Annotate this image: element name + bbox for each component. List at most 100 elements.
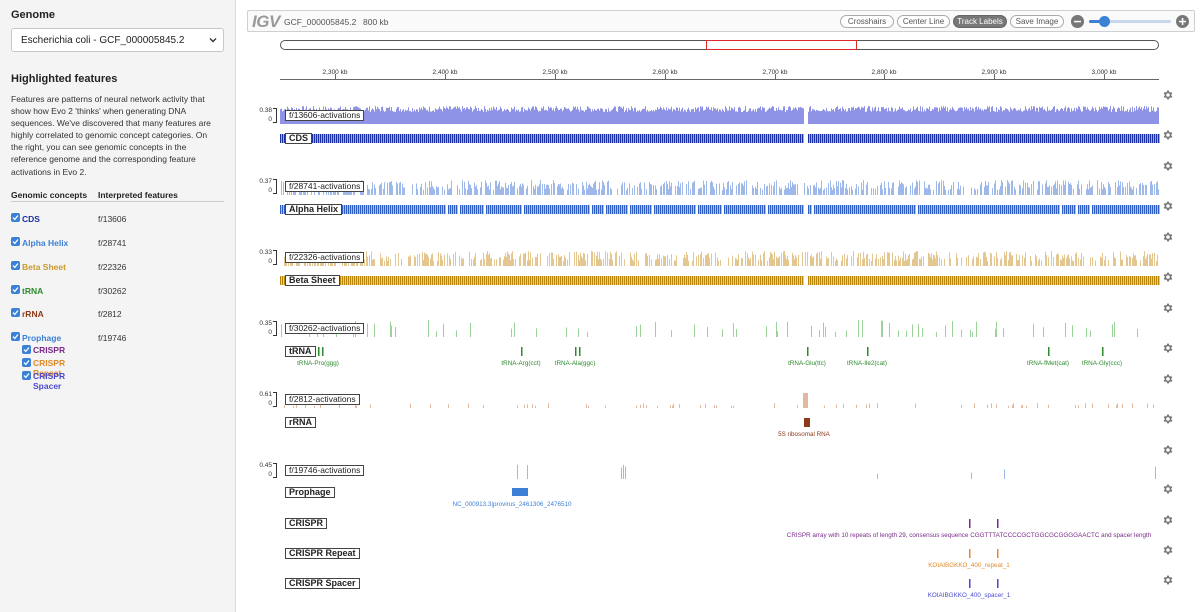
activation-track-label[interactable]: f/22326-activations xyxy=(285,252,365,263)
concept-checkbox[interactable] xyxy=(11,285,20,294)
concept-checkbox[interactable] xyxy=(11,237,20,246)
button-track-labels[interactable]: Track Labels xyxy=(953,15,1007,28)
col-header-concepts: Genomic concepts xyxy=(11,190,88,200)
button-save-image[interactable]: Save Image xyxy=(1010,15,1064,28)
annotation-track-label[interactable]: tRNA xyxy=(285,346,316,357)
sub-concept-checkbox[interactable] xyxy=(22,371,31,380)
activation-plot[interactable] xyxy=(280,318,1160,338)
annotation-track-label[interactable]: CRISPR xyxy=(285,518,328,529)
concept-row[interactable]: tRNA f/30262 xyxy=(11,285,226,299)
annotation-track[interactable] xyxy=(280,485,1160,499)
sub-concept-label[interactable]: CRISPR xyxy=(33,345,65,355)
annotation-track[interactable] xyxy=(280,415,1160,429)
concept-checkbox[interactable] xyxy=(11,213,20,222)
genome-heading: Genome xyxy=(11,9,56,21)
annotation-track-label[interactable]: rRNA xyxy=(285,417,317,428)
annotation-track-label[interactable]: CRISPR Spacer xyxy=(285,578,360,589)
annotation-track-label[interactable]: CDS xyxy=(285,133,313,144)
annotation-track-label[interactable]: Alpha Helix xyxy=(285,204,343,215)
scale-bracket xyxy=(273,108,277,123)
annotation-track[interactable] xyxy=(280,516,1160,530)
activation-track-label[interactable]: f/28741-activations xyxy=(285,181,365,192)
gear-icon[interactable] xyxy=(1162,341,1174,353)
concept-label[interactable]: Beta Sheet xyxy=(22,262,66,272)
concept-label[interactable]: Alpha Helix xyxy=(22,238,68,248)
scale-min: 0 xyxy=(268,471,272,478)
gear-icon[interactable] xyxy=(1162,443,1174,455)
genome-select-value: Escherichia coli - GCF_000005845.2 xyxy=(21,35,185,46)
gear-icon[interactable] xyxy=(1162,573,1174,585)
concept-label[interactable]: Prophage xyxy=(22,333,61,343)
genome-select[interactable]: Escherichia coli - GCF_000005845.2 xyxy=(11,28,224,52)
gear-icon[interactable] xyxy=(1162,543,1174,555)
app: Genome Escherichia coli - GCF_000005845.… xyxy=(0,0,1200,612)
button-crosshairs[interactable]: Crosshairs xyxy=(840,15,894,28)
gear-icon[interactable] xyxy=(1162,88,1174,100)
feature-label: KOIAIBGKKO_400_repeat_1 xyxy=(928,562,1010,569)
gear-icon[interactable] xyxy=(1162,301,1174,313)
annotation-track[interactable] xyxy=(280,344,1160,358)
gear-icon[interactable] xyxy=(1162,230,1174,242)
scale-max: 0.38 xyxy=(259,107,272,114)
zoom-in-icon[interactable] xyxy=(1176,15,1189,28)
feature-label: tRNA-Arg(cct) xyxy=(501,360,541,367)
activation-plot[interactable] xyxy=(280,460,1160,480)
scale-max: 0.45 xyxy=(259,462,272,469)
feature-id: f/2812 xyxy=(98,309,122,319)
ruler xyxy=(280,79,1159,80)
gear-icon[interactable] xyxy=(1162,199,1174,211)
scale-bracket xyxy=(273,250,277,265)
concept-label[interactable]: tRNA xyxy=(22,286,43,296)
gear-icon[interactable] xyxy=(1162,482,1174,494)
zoom-slider-handle[interactable] xyxy=(1099,16,1110,27)
ruler-tick-label: 2,400 kb xyxy=(432,69,458,76)
activation-plot[interactable] xyxy=(280,247,1160,267)
concept-checkbox[interactable] xyxy=(11,308,20,317)
activation-track-label[interactable]: f/19746-activations xyxy=(285,465,365,476)
zoom-out-icon[interactable] xyxy=(1071,15,1084,28)
annotation-track-label[interactable]: Beta Sheet xyxy=(285,275,340,286)
annotation-track[interactable] xyxy=(280,576,1160,590)
gear-icon[interactable] xyxy=(1162,159,1174,171)
annotation-track-label[interactable]: Prophage xyxy=(285,487,335,498)
feature-id: f/28741 xyxy=(98,238,127,248)
ideogram-current-region[interactable] xyxy=(706,40,857,50)
concept-row[interactable]: Prophage f/19746 xyxy=(11,332,226,346)
activation-plot[interactable] xyxy=(280,176,1160,196)
activation-track-label[interactable]: f/13606-activations xyxy=(285,110,365,121)
button-center-line[interactable]: Center Line xyxy=(897,15,950,28)
annotation-track[interactable] xyxy=(280,546,1160,560)
span-text: 800 kb xyxy=(363,17,389,27)
concept-checkbox[interactable] xyxy=(11,261,20,270)
activation-track-label[interactable]: f/30262-activations xyxy=(285,323,365,334)
annotation-track[interactable] xyxy=(280,202,1160,216)
header-divider xyxy=(11,201,224,202)
concept-label[interactable]: rRNA xyxy=(22,309,44,319)
annotation-track[interactable] xyxy=(280,273,1160,287)
activation-plot[interactable] xyxy=(280,389,1160,409)
igv-logo: IGV xyxy=(252,12,280,31)
sub-concept-label[interactable]: CRISPR Spacer xyxy=(33,371,65,391)
feature-id: f/13606 xyxy=(98,214,127,224)
gear-icon[interactable] xyxy=(1162,128,1174,140)
gear-icon[interactable] xyxy=(1162,513,1174,525)
concept-row[interactable]: Alpha Helix f/28741 xyxy=(11,237,226,251)
gear-icon[interactable] xyxy=(1162,372,1174,384)
concept-row[interactable]: Beta Sheet f/22326 xyxy=(11,261,226,275)
gear-icon[interactable] xyxy=(1162,270,1174,282)
activation-plot[interactable] xyxy=(280,105,1160,125)
concept-row[interactable]: CDS f/13606 xyxy=(11,213,226,227)
activation-track-label[interactable]: f/2812-activations xyxy=(285,394,360,405)
sub-concept-checkbox[interactable] xyxy=(22,345,31,354)
concept-checkbox[interactable] xyxy=(11,332,20,341)
feature-label: tRNA-Gly(ccc) xyxy=(1081,360,1123,367)
scale-bracket xyxy=(273,463,277,478)
concept-label[interactable]: CDS xyxy=(22,214,40,224)
annotation-track[interactable] xyxy=(280,131,1160,145)
scale-max: 0.35 xyxy=(259,320,272,327)
annotation-track-label[interactable]: CRISPR Repeat xyxy=(285,548,360,559)
sub-concept-checkbox[interactable] xyxy=(22,358,31,367)
gear-icon[interactable] xyxy=(1162,412,1174,424)
ruler-tick-label: 2,800 kb xyxy=(871,69,897,76)
concept-row[interactable]: rRNA f/2812 xyxy=(11,308,226,322)
